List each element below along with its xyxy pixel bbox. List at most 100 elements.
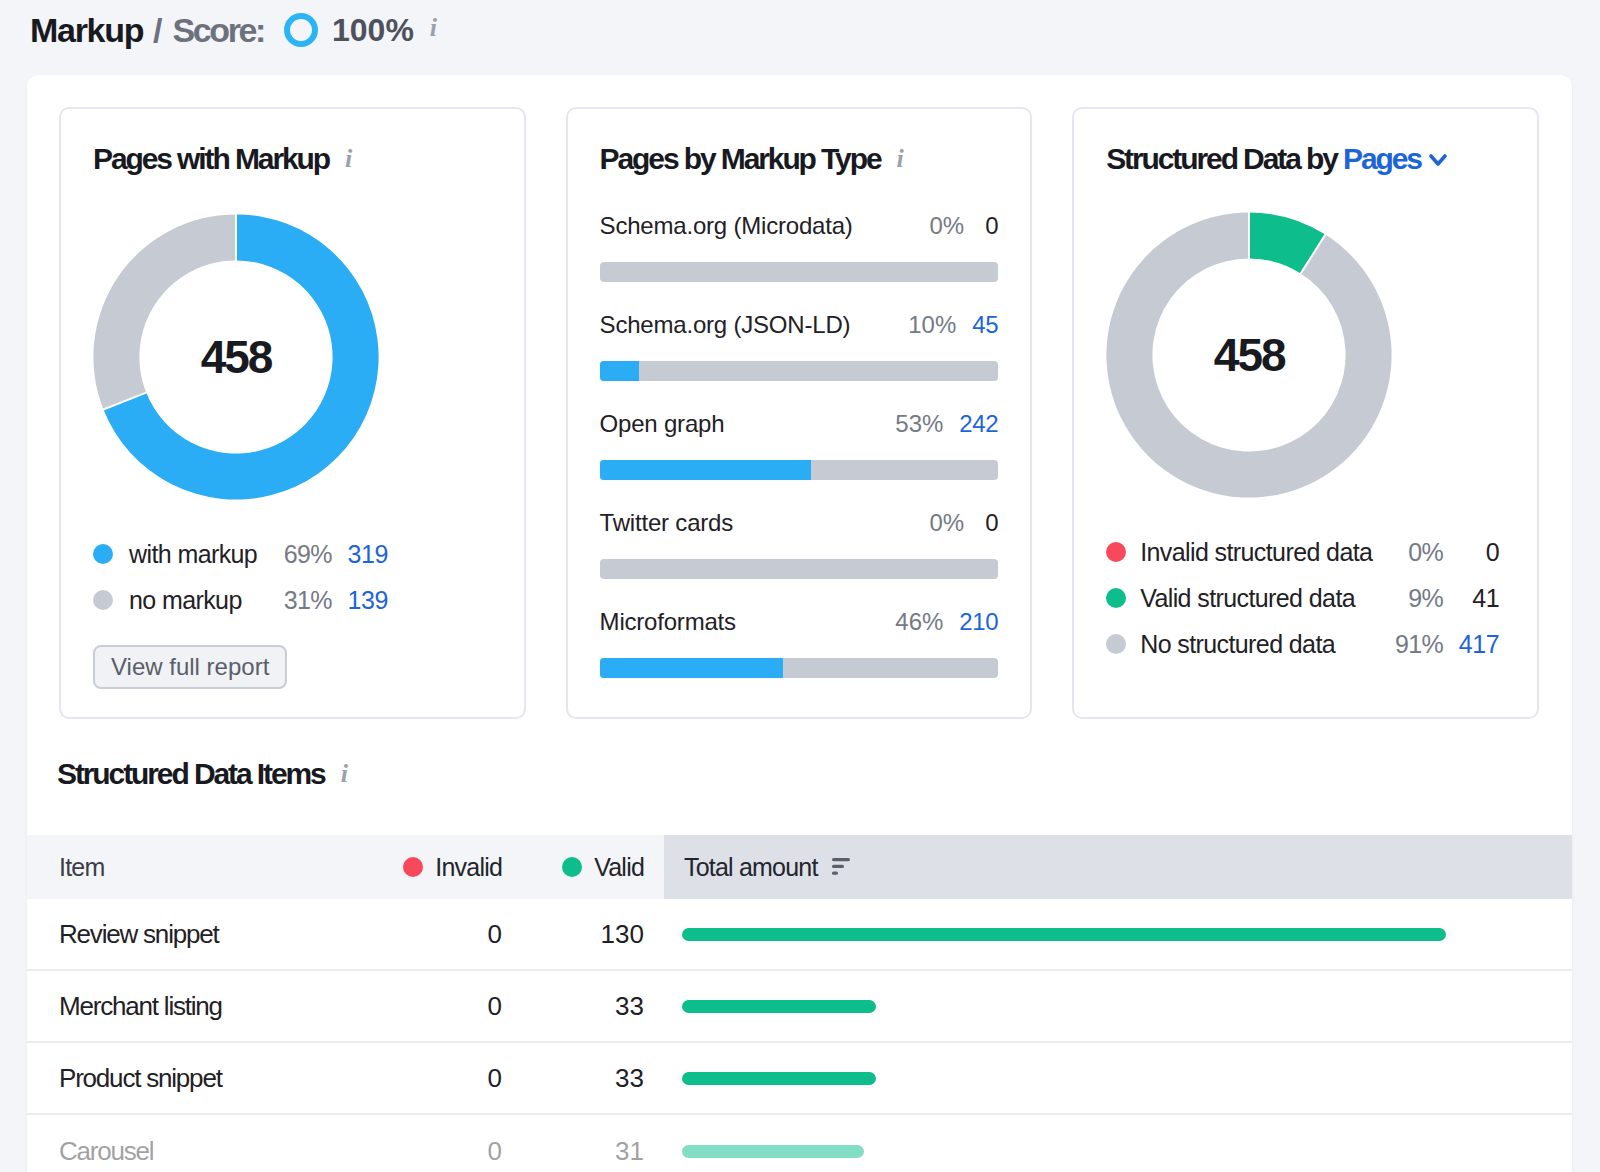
card-structured-data-by: Structured Data by Pages 458 Invalid str… [1072, 107, 1539, 719]
legend-value[interactable]: 319 [332, 531, 388, 577]
legend-percent: 31% [252, 577, 332, 623]
chevron-down-icon[interactable] [1429, 153, 1447, 167]
amount-cell [664, 899, 1572, 969]
markup-type-row-microformats: Microformats 46% 210 [600, 608, 999, 678]
invalid-cell: 0 [327, 1115, 502, 1172]
page: Markup / Score: 100% i Pages with Markup… [0, 0, 1600, 1172]
column-header-item: Item [27, 835, 327, 899]
legend-item-no-markup: no markup 31% 139 [93, 577, 388, 623]
card-title-text: Pages with Markup [93, 142, 329, 175]
table-body: Review snippet 0 130 Merchant listing 0 … [27, 899, 1572, 1172]
card-title-pages-by-markup-type: Pages by Markup Type i [600, 141, 999, 179]
donut-total: 458 [93, 214, 379, 500]
markup-type-row-schema-org-json-ld: Schema.org (JSON-LD) 10% 45 [600, 311, 999, 381]
column-header-valid: Valid [502, 835, 644, 899]
markup-type-percent: 0% [930, 212, 965, 240]
legend-label: Invalid structured data [1140, 538, 1372, 567]
report-panel: Pages with Markup i 458 with markup 69% 3… [27, 75, 1572, 1172]
column-header-total-amount-label: Total amount [684, 853, 818, 882]
view-full-report-button[interactable]: View full report [93, 645, 287, 689]
section-title-structured-data-items: Structured Data Itemsi [57, 754, 1540, 796]
structured-data-items-table: Item Invalid Valid Total amount Review s… [27, 835, 1572, 1172]
markup-type-percent: 53% [895, 410, 943, 438]
markup-type-label: Twitter cards [600, 509, 930, 537]
valid-dot [562, 857, 582, 877]
column-gap [644, 1115, 664, 1172]
valid-cell: 33 [502, 971, 644, 1041]
column-gap [644, 1043, 664, 1113]
info-icon[interactable]: i [345, 141, 352, 177]
markup-type-bar-fill [600, 658, 783, 678]
column-header-total-amount[interactable]: Total amount [664, 835, 1572, 899]
legend-value: 0 [1443, 529, 1499, 575]
markup-type-value: 0 [980, 212, 998, 240]
info-icon[interactable]: i [896, 141, 903, 177]
card-title-structured-data-by: Structured Data by Pages [1106, 141, 1505, 177]
legend-label: No structured data [1140, 630, 1335, 659]
markup-type-bars: Schema.org (Microdata) 0% 0 Schema.org (… [600, 212, 999, 678]
structured-data-legend: Invalid structured data 0% 0 Valid struc… [1106, 529, 1505, 667]
markup-type-label: Microformats [600, 608, 896, 636]
legend-value[interactable]: 417 [1443, 621, 1499, 667]
column-gap [644, 971, 664, 1041]
markup-type-bar-track [600, 460, 999, 480]
markup-type-bar-track [600, 559, 999, 579]
card-pages-by-markup-type: Pages by Markup Type i Schema.org (Microd… [566, 107, 1033, 719]
markup-type-row-line: Schema.org (JSON-LD) 10% 45 [600, 311, 999, 347]
legend-dot [1106, 588, 1126, 608]
table-row-product-snippet: Product snippet 0 33 [27, 1043, 1572, 1115]
legend-value[interactable]: 139 [332, 577, 388, 623]
info-icon[interactable]: i [430, 13, 437, 43]
markup-type-row-schema-org-microdata: Schema.org (Microdata) 0% 0 [600, 212, 999, 282]
table-row-review-snippet: Review snippet 0 130 [27, 899, 1572, 971]
legend-item-with-markup: with markup 69% 319 [93, 531, 388, 577]
invalid-cell: 0 [327, 899, 502, 969]
markup-type-row-twitter-cards: Twitter cards 0% 0 [600, 509, 999, 579]
widgets-row: Pages with Markup i 458 with markup 69% 3… [27, 75, 1572, 719]
legend-label: Valid structured data [1140, 584, 1355, 613]
score-value: 100% [332, 12, 414, 49]
column-header-invalid: Invalid [327, 835, 502, 899]
legend-dot [93, 544, 113, 564]
legend-item-valid-structured-data: Valid structured data 9% 41 [1106, 575, 1499, 621]
markup-type-percent: 46% [895, 608, 943, 636]
legend-label: with markup [129, 540, 257, 569]
legend-percent: 0% [1363, 529, 1443, 575]
legend-percent: 9% [1363, 575, 1443, 621]
markup-type-value[interactable]: 242 [959, 410, 998, 438]
card-pages-with-markup: Pages with Markup i 458 with markup 69% 3… [59, 107, 526, 719]
legend-dot [1106, 634, 1126, 654]
legend-percent: 69% [252, 531, 332, 577]
info-icon[interactable]: i [341, 754, 348, 794]
markup-type-row-line: Open graph 53% 242 [600, 410, 999, 446]
invalid-dot [403, 857, 423, 877]
valid-cell: 130 [502, 899, 644, 969]
markup-type-value[interactable]: 45 [972, 311, 998, 339]
score-label: Score: [173, 11, 264, 50]
page-title: Markup [30, 11, 143, 50]
markup-type-row-line: Twitter cards 0% 0 [600, 509, 999, 545]
markup-type-row-line: Schema.org (Microdata) 0% 0 [600, 212, 999, 248]
valid-cell: 31 [502, 1115, 644, 1172]
markup-type-value[interactable]: 210 [959, 608, 998, 636]
item-cell: Product snippet [27, 1043, 327, 1113]
pages-selector[interactable]: Pages [1343, 142, 1421, 175]
legend-label: no markup [129, 586, 242, 615]
pages-with-markup-legend: with markup 69% 319 no markup 31% 139 [93, 531, 492, 623]
legend-percent: 91% [1363, 621, 1443, 667]
markup-type-row-line: Microformats 46% 210 [600, 608, 999, 644]
amount-bar [682, 1072, 876, 1085]
pages-with-markup-donut: 458 [93, 214, 379, 500]
breadcrumb-separator: / [153, 11, 162, 50]
card-title-text: Pages by Markup Type [600, 142, 881, 175]
table-row-carousel: Carousel 0 31 [27, 1115, 1572, 1172]
legend-dot [93, 590, 113, 610]
legend-item-invalid-structured-data: Invalid structured data 0% 0 [1106, 529, 1499, 575]
legend-item-no-structured-data: No structured data 91% 417 [1106, 621, 1499, 667]
table-header-row: Item Invalid Valid Total amount [27, 835, 1572, 899]
card-title-pages-with-markup: Pages with Markup i [93, 141, 492, 179]
legend-value: 41 [1443, 575, 1499, 621]
markup-type-bar-track [600, 262, 999, 282]
invalid-cell: 0 [327, 971, 502, 1041]
invalid-cell: 0 [327, 1043, 502, 1113]
